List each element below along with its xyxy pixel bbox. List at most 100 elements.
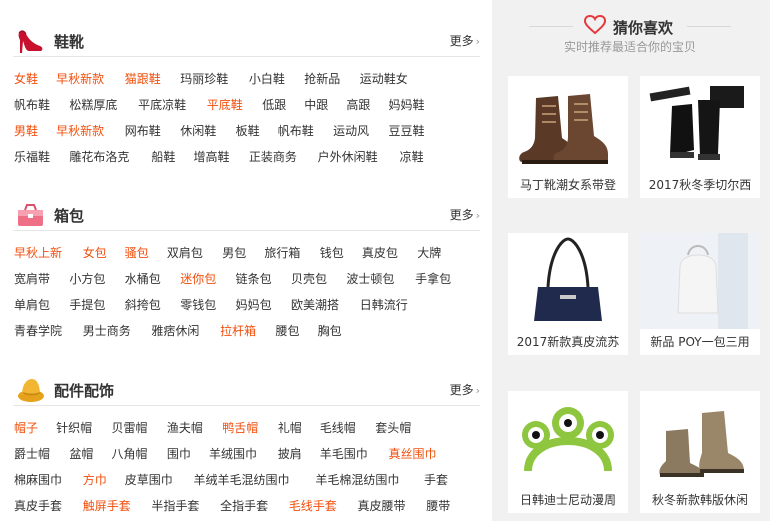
category-link[interactable]: 青春学院 bbox=[14, 322, 62, 339]
product-card[interactable]: 2017新款真皮流苏 bbox=[508, 233, 628, 355]
category-link[interactable]: 水桶包 bbox=[125, 270, 161, 287]
category-link[interactable]: 凉鞋 bbox=[400, 148, 424, 165]
category-link[interactable]: 网布鞋 bbox=[125, 122, 161, 139]
category-link[interactable]: 盆帽 bbox=[69, 445, 93, 462]
category-link[interactable]: 帆布鞋 bbox=[278, 122, 314, 139]
category-link[interactable]: 日韩流行 bbox=[360, 296, 408, 313]
category-accessories: 配件配饰 更多 › bbox=[13, 376, 480, 406]
category-link[interactable]: 波士顿包 bbox=[346, 270, 394, 287]
category-link[interactable]: 妈妈鞋 bbox=[389, 96, 425, 113]
category-link[interactable]: 正装商务 bbox=[249, 148, 297, 165]
category-link[interactable]: 户外休闲鞋 bbox=[318, 148, 378, 165]
product-card[interactable]: 日韩迪士尼动漫周 bbox=[508, 391, 628, 513]
category-link[interactable]: 休闲鞋 bbox=[180, 122, 216, 139]
category-link[interactable]: 男包 bbox=[222, 244, 246, 261]
category-link[interactable]: 单肩包 bbox=[14, 296, 50, 313]
category-link[interactable]: 欧美潮搭 bbox=[291, 296, 339, 313]
product-card[interactable]: 2017秋冬季切尔西 bbox=[640, 76, 760, 198]
category-link[interactable]: 羊毛围巾 bbox=[320, 445, 368, 462]
category-link[interactable]: 针织帽 bbox=[56, 419, 92, 436]
category-link[interactable]: 帆布鞋 bbox=[14, 96, 50, 113]
category-link[interactable]: 运动风 bbox=[333, 122, 369, 139]
category-link[interactable]: 迷你包 bbox=[180, 270, 216, 287]
category-link[interactable]: 早秋上新 bbox=[14, 244, 62, 261]
category-link[interactable]: 中跟 bbox=[304, 96, 328, 113]
category-link[interactable]: 船鞋 bbox=[151, 148, 175, 165]
category-link[interactable]: 雅痞休闲 bbox=[151, 322, 199, 339]
category-link[interactable]: 链条包 bbox=[236, 270, 272, 287]
category-link[interactable]: 钱包 bbox=[320, 244, 344, 261]
category-link[interactable]: 渔夫帽 bbox=[167, 419, 203, 436]
category-link[interactable]: 真皮腰带 bbox=[358, 497, 406, 514]
product-card[interactable]: 新品 POY一包三用 bbox=[640, 233, 760, 355]
more-label: 更多 bbox=[449, 34, 474, 48]
category-link[interactable]: 毛线帽 bbox=[320, 419, 356, 436]
category-link[interactable]: 真皮手套 bbox=[14, 497, 62, 514]
category-link[interactable]: 斜挎包 bbox=[125, 296, 161, 313]
category-link[interactable]: 半指手套 bbox=[151, 497, 199, 514]
category-link[interactable]: 毛线手套 bbox=[289, 497, 337, 514]
category-link[interactable]: 腰带 bbox=[426, 497, 450, 514]
category-link[interactable]: 乐福鞋 bbox=[14, 148, 50, 165]
category-link[interactable]: 骚包 bbox=[125, 244, 149, 261]
category-link[interactable]: 羊绒围巾 bbox=[209, 445, 257, 462]
category-link[interactable]: 羊毛棉混纺围巾 bbox=[315, 471, 399, 488]
more-link[interactable]: 更多 › bbox=[450, 32, 480, 49]
category-link[interactable]: 方巾 bbox=[83, 471, 107, 488]
category-link[interactable]: 小白鞋 bbox=[249, 70, 285, 87]
category-link[interactable]: 零钱包 bbox=[180, 296, 216, 313]
category-link[interactable]: 鸭舌帽 bbox=[222, 419, 258, 436]
category-link[interactable]: 低跟 bbox=[262, 96, 286, 113]
category-link[interactable]: 手套 bbox=[424, 471, 448, 488]
category-link[interactable]: 宽肩带 bbox=[14, 270, 50, 287]
category-link[interactable]: 大牌 bbox=[417, 244, 441, 261]
category-link[interactable]: 女鞋 bbox=[14, 70, 38, 87]
category-link[interactable]: 拉杆箱 bbox=[220, 322, 256, 339]
category-link[interactable]: 胸包 bbox=[318, 322, 342, 339]
category-link[interactable]: 贝雷帽 bbox=[112, 419, 148, 436]
category-link[interactable]: 男鞋 bbox=[14, 122, 38, 139]
category-link[interactable]: 真丝围巾 bbox=[389, 445, 437, 462]
category-link[interactable]: 八角帽 bbox=[112, 445, 148, 462]
category-link[interactable]: 羊绒羊毛混纺围巾 bbox=[194, 471, 290, 488]
category-link[interactable]: 触屏手套 bbox=[83, 497, 131, 514]
category-link[interactable]: 腰包 bbox=[276, 322, 300, 339]
category-link[interactable]: 板鞋 bbox=[236, 122, 260, 139]
category-link[interactable]: 早秋新款 bbox=[56, 70, 104, 87]
category-link[interactable]: 棉麻围巾 bbox=[14, 471, 62, 488]
category-link[interactable]: 双肩包 bbox=[167, 244, 203, 261]
category-link[interactable]: 抢新品 bbox=[304, 70, 340, 87]
category-link[interactable]: 平底凉鞋 bbox=[138, 96, 186, 113]
category-link[interactable]: 手提包 bbox=[69, 296, 105, 313]
category-link[interactable]: 贝壳包 bbox=[291, 270, 327, 287]
category-link[interactable]: 运动鞋女 bbox=[360, 70, 408, 87]
category-link[interactable]: 玛丽珍鞋 bbox=[180, 70, 228, 87]
category-link[interactable]: 女包 bbox=[83, 244, 107, 261]
category-link[interactable]: 高跟 bbox=[346, 96, 370, 113]
category-link[interactable]: 小方包 bbox=[69, 270, 105, 287]
category-link[interactable]: 旅行箱 bbox=[264, 244, 300, 261]
more-link[interactable]: 更多 › bbox=[450, 206, 480, 223]
category-link[interactable]: 礼帽 bbox=[278, 419, 302, 436]
category-link[interactable]: 平底鞋 bbox=[207, 96, 243, 113]
category-link[interactable]: 猫跟鞋 bbox=[125, 70, 161, 87]
category-link[interactable]: 妈妈包 bbox=[236, 296, 272, 313]
product-card[interactable]: 马丁靴潮女系带登 bbox=[508, 76, 628, 198]
category-link[interactable]: 早秋新款 bbox=[56, 122, 104, 139]
category-link[interactable]: 男士商务 bbox=[83, 322, 131, 339]
category-link[interactable]: 手拿包 bbox=[415, 270, 451, 287]
category-link[interactable]: 真皮包 bbox=[362, 244, 398, 261]
category-link[interactable]: 帽子 bbox=[14, 419, 38, 436]
category-link[interactable]: 围巾 bbox=[167, 445, 191, 462]
category-link[interactable]: 套头帽 bbox=[375, 419, 411, 436]
category-link[interactable]: 增高鞋 bbox=[194, 148, 230, 165]
category-link[interactable]: 皮草围巾 bbox=[125, 471, 173, 488]
category-link[interactable]: 披肩 bbox=[278, 445, 302, 462]
more-link[interactable]: 更多 › bbox=[450, 381, 480, 398]
category-link[interactable]: 松糕厚底 bbox=[69, 96, 117, 113]
category-link[interactable]: 爵士帽 bbox=[14, 445, 50, 462]
product-card[interactable]: 秋冬新款韩版休闲 bbox=[640, 391, 760, 513]
category-link[interactable]: 全指手套 bbox=[220, 497, 268, 514]
category-link[interactable]: 豆豆鞋 bbox=[389, 122, 425, 139]
category-link[interactable]: 雕花布洛克 bbox=[69, 148, 129, 165]
